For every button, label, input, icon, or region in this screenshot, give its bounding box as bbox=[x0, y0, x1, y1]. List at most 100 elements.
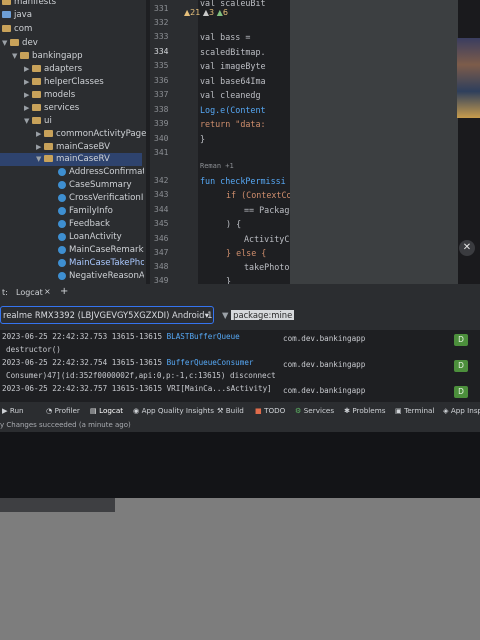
tree-item-MainCaseRemarkPage[interactable]: MainCaseRemarkPa bbox=[58, 244, 144, 257]
add-tab-button[interactable]: + bbox=[60, 286, 68, 297]
tree-item-services[interactable]: ▶ services bbox=[24, 102, 142, 115]
folder-icon bbox=[44, 143, 53, 150]
line-number: 341 bbox=[154, 148, 169, 157]
tree-item-ui[interactable]: ▼ ui bbox=[24, 115, 142, 128]
tree-item-com[interactable]: com bbox=[2, 23, 142, 36]
editor-right-area bbox=[290, 0, 458, 284]
tree-item-CrossVerificationInfo[interactable]: CrossVerificationInf bbox=[58, 192, 144, 205]
kotlin-class-icon bbox=[58, 167, 66, 176]
folder-icon bbox=[32, 104, 41, 111]
tool-tab-terminal[interactable]: ▣ Terminal bbox=[395, 406, 434, 415]
tree-item-LoanActivity[interactable]: LoanActivity bbox=[58, 231, 144, 244]
line-number: 335 bbox=[154, 61, 169, 70]
tree-item-MainCaseTakePhoto[interactable]: MainCaseTakePhoto bbox=[58, 257, 144, 270]
code-line: == Package bbox=[244, 205, 290, 215]
code-line: val base64Ima bbox=[200, 76, 266, 86]
tool-tab-run[interactable]: ▶ Run bbox=[2, 406, 24, 415]
status-bar: y Changes succeeded (a minute ago) bbox=[0, 418, 480, 432]
log-entry-continuation: Consumer)47](id:352f0000002f,api:0,p:-1,… bbox=[6, 371, 276, 380]
tree-item-NegativeReasonActivity[interactable]: NegativeReasonAct bbox=[58, 270, 144, 283]
close-icon[interactable]: ✕ bbox=[459, 240, 475, 256]
logcat-output[interactable]: 2023-06-25 22:42:32.753 13615-13615 BLAS… bbox=[0, 330, 480, 402]
tree-item-java[interactable]: java bbox=[2, 9, 142, 22]
tree-item-Feedback[interactable]: Feedback bbox=[58, 218, 144, 231]
device-label: realme RMX3392 (LBJVGEVGY5XGZXDI) Androi… bbox=[3, 310, 214, 320]
code-line: val scaleuBit bbox=[200, 0, 266, 8]
line-number: 336 bbox=[154, 76, 169, 85]
close-tab-icon[interactable]: × bbox=[44, 287, 51, 296]
line-number: 339 bbox=[154, 119, 169, 128]
tool-tab-todo[interactable]: ■ TODO bbox=[255, 406, 285, 415]
inspection-widget[interactable]: ▲21 ▲3 ▲6 bbox=[184, 8, 228, 17]
kotlin-class-icon bbox=[58, 206, 66, 215]
folder-icon bbox=[44, 155, 53, 162]
tree-item-models[interactable]: ▶ models bbox=[24, 89, 142, 102]
device-selector[interactable]: realme RMX3392 (LBJVGEVGY5XGZXDI) Androi… bbox=[0, 306, 214, 324]
chevron-right-icon: ▶ bbox=[24, 65, 30, 73]
tree-item-dev[interactable]: ▼ dev bbox=[2, 37, 142, 50]
line-number: 342 bbox=[154, 176, 169, 185]
tree-item-CaseSummary[interactable]: CaseSummary bbox=[58, 179, 144, 192]
tree-item-manifests[interactable]: manifests bbox=[2, 0, 142, 9]
log-level-badge: D bbox=[454, 334, 468, 346]
filter-text: package:mine bbox=[231, 310, 295, 320]
log-package: com.dev.bankingapp bbox=[283, 334, 366, 343]
tree-item-AddressConfirmation[interactable]: AddressConfirmatio bbox=[58, 166, 144, 179]
tool-tab-build[interactable]: ⚒ Build bbox=[217, 406, 244, 415]
log-entry: 2023-06-25 22:42:32.753 13615-13615 BLAS… bbox=[2, 332, 240, 341]
tool-tab-app-quality-insights[interactable]: ◉ App Quality Insights bbox=[133, 406, 214, 415]
tool-window-bar: ▶ Run ◔ Profiler ▤ Logcat ◉ App Quality … bbox=[0, 404, 480, 418]
line-number: 348 bbox=[154, 262, 169, 271]
tree-item-helperClasses[interactable]: ▶ helperClasses bbox=[24, 76, 142, 89]
tree-item-mainCaseRV[interactable]: ▼ mainCaseRV bbox=[0, 153, 142, 166]
kotlin-class-icon bbox=[58, 271, 66, 280]
folder-icon bbox=[2, 25, 11, 32]
folder-icon bbox=[44, 130, 53, 137]
tab-logcat[interactable]: Logcat bbox=[16, 288, 43, 297]
chevron-down-icon: ▼ bbox=[24, 117, 30, 125]
chevron-right-icon: ▶ bbox=[24, 78, 30, 86]
tree-item-FamilyInfo[interactable]: FamilyInfo bbox=[58, 205, 144, 218]
folder-icon bbox=[10, 39, 19, 46]
line-number: 334 bbox=[154, 47, 169, 56]
tool-tab-logcat[interactable]: ▤ Logcat bbox=[90, 406, 123, 415]
line-number: 349 bbox=[154, 276, 169, 285]
chevron-down-icon: ▼ bbox=[2, 39, 8, 47]
code-line: } bbox=[200, 134, 206, 144]
chevron-down-icon: ▼ bbox=[36, 155, 42, 163]
code-editor[interactable]: val scaleuBit val bass = scaledBitmap. v… bbox=[198, 0, 290, 284]
folder-icon bbox=[32, 78, 41, 85]
code-line: ) { bbox=[226, 219, 242, 229]
background-window-preview bbox=[457, 38, 480, 118]
line-number: 337 bbox=[154, 90, 169, 99]
tool-tab-app-inspection[interactable]: ◈ App Insp bbox=[443, 406, 480, 415]
tree-item-bankingapp[interactable]: ▼ bankingapp bbox=[12, 50, 142, 63]
logcat-filter-input[interactable]: ▼ package:mine bbox=[222, 306, 458, 324]
log-entry: 2023-06-25 22:42:32.754 13615-13615 Buff… bbox=[2, 358, 254, 367]
background-surface bbox=[0, 498, 480, 640]
chevron-right-icon: ▶ bbox=[36, 130, 42, 138]
code-line: fun checkPermissi bbox=[200, 176, 286, 186]
ide-screen: manifests java com ▼ dev ▼ bankingapp ▶ ada… bbox=[0, 0, 480, 432]
tool-tab-profiler[interactable]: ◔ Profiler bbox=[46, 406, 80, 415]
code-line: Log.e(Content bbox=[200, 105, 266, 115]
log-level-badge: D bbox=[454, 386, 468, 398]
log-entry: 2023-06-25 22:42:32.757 13615-13615 VRI[… bbox=[2, 384, 272, 393]
log-package: com.dev.bankingapp bbox=[283, 386, 366, 395]
background-object bbox=[0, 498, 115, 512]
tool-tab-problems[interactable]: ✱ Problems bbox=[344, 406, 385, 415]
kotlin-class-icon bbox=[58, 219, 66, 228]
folder-icon bbox=[2, 0, 11, 5]
line-number-gutter: 331 332 333 334 335 336 337 338 339 340 … bbox=[150, 0, 198, 285]
code-line: return "data: bbox=[200, 119, 266, 129]
logcat-tab-strip: t: Logcat × + bbox=[0, 286, 480, 300]
tool-tab-services[interactable]: ⚙ Services bbox=[295, 406, 334, 415]
line-number: 343 bbox=[154, 190, 169, 199]
filter-icon: ▼ bbox=[222, 310, 229, 320]
status-message: y Changes succeeded (a minute ago) bbox=[0, 421, 131, 429]
line-number: 331 bbox=[154, 4, 169, 13]
folder-icon bbox=[32, 117, 41, 124]
code-line: scaledBitmap. bbox=[200, 47, 266, 57]
tree-item-adapters[interactable]: ▶ adapters bbox=[24, 63, 142, 76]
tree-item-commonActivityPage[interactable]: ▶ commonActivityPage bbox=[36, 128, 146, 141]
